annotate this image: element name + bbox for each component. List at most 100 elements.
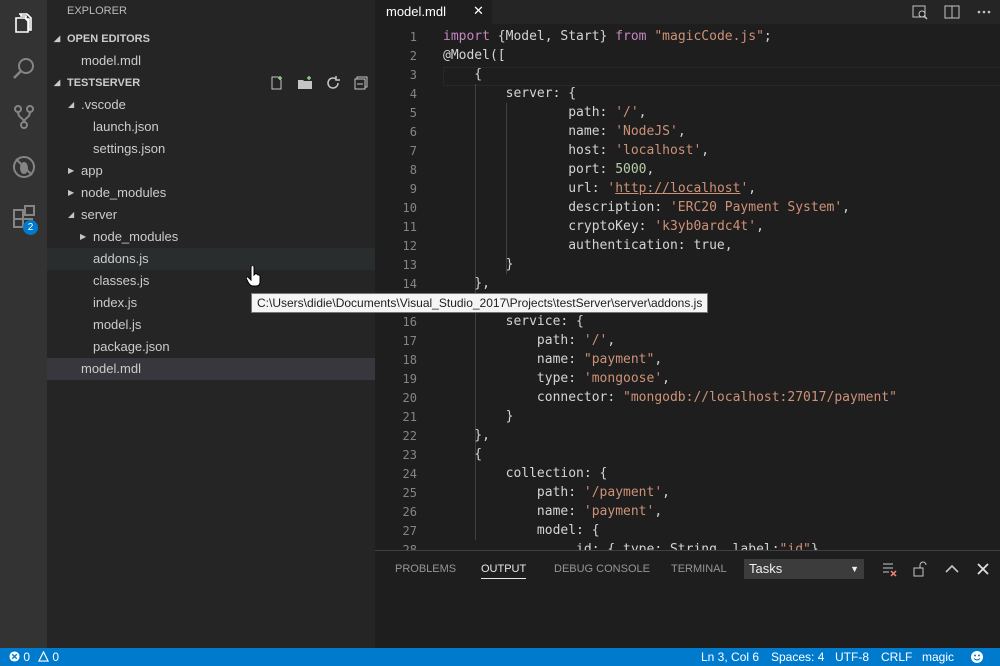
- encoding-status[interactable]: UTF-8: [835, 648, 869, 666]
- indentation-status[interactable]: Spaces: 4: [771, 648, 824, 666]
- errors-status[interactable]: 0: [9, 648, 30, 666]
- output-channel-select[interactable]: Tasks ▼: [744, 559, 864, 579]
- tab-model-mdl[interactable]: model.mdl ✕: [375, 0, 492, 24]
- code-line: url: 'http://localhost',: [443, 181, 757, 196]
- hand-pointer-icon: [246, 266, 261, 287]
- tab-debug-console[interactable]: DEBUG CONSOLE: [554, 563, 650, 575]
- clear-output-icon[interactable]: [881, 561, 897, 577]
- source-control-icon[interactable]: [0, 94, 47, 140]
- split-editor-icon[interactable]: [944, 4, 960, 20]
- eol-status[interactable]: CRLF: [881, 648, 912, 666]
- new-folder-icon[interactable]: [297, 75, 313, 91]
- code-line: path: '/',: [443, 105, 647, 120]
- current-line-highlight: [443, 67, 1000, 86]
- chevron-down-icon: ◢: [68, 100, 75, 109]
- open-preview-icon[interactable]: [912, 4, 928, 20]
- line-number: 26: [402, 505, 417, 519]
- code-line: connector: "mongodb://localhost:27017/pa…: [443, 390, 897, 405]
- extensions-icon[interactable]: [0, 194, 47, 240]
- debug-icon[interactable]: [0, 144, 47, 190]
- line-number: 10: [402, 201, 417, 215]
- maximize-panel-icon[interactable]: [944, 561, 960, 577]
- code-line: @Model([: [443, 48, 506, 63]
- line-number: 25: [402, 486, 417, 500]
- code-line: {: [443, 67, 483, 82]
- line-number: 18: [402, 353, 417, 367]
- close-icon[interactable]: ✕: [473, 3, 484, 19]
- code-line: }: [443, 257, 514, 272]
- status-bar: 0 0 Ln 3, Col 6 Spaces: 4 UTF-8 CRLF mag…: [0, 648, 1000, 666]
- code-line: name: 'payment',: [443, 504, 663, 519]
- warning-icon: [37, 650, 50, 662]
- line-number: 20: [402, 391, 417, 405]
- file-model-mdl[interactable]: model.mdl: [47, 358, 375, 380]
- code-line: import {Model, Start} from "magicCode.js…: [443, 29, 772, 44]
- tab-output[interactable]: OUTPUT: [481, 563, 527, 579]
- tab-problems[interactable]: PROBLEMS: [395, 563, 456, 575]
- line-number: 7: [409, 144, 417, 158]
- code-line: },: [443, 428, 490, 443]
- code-editor[interactable]: 1 import {Model, Start} from "magicCode.j…: [375, 24, 1000, 550]
- open-editors-header[interactable]: ◢ OPEN EDITORS: [47, 28, 375, 50]
- chevron-down-icon: ◢: [54, 34, 61, 43]
- folder-vscode[interactable]: ◢ .vscode: [47, 94, 375, 116]
- feedback-smiley-icon[interactable]: [970, 650, 984, 664]
- error-icon: [9, 651, 20, 662]
- search-icon[interactable]: [0, 46, 47, 92]
- line-number: 27: [402, 524, 417, 538]
- new-file-icon[interactable]: [269, 75, 285, 91]
- line-number: 17: [402, 334, 417, 348]
- warnings-status[interactable]: 0: [37, 648, 59, 666]
- line-number: 12: [402, 239, 417, 253]
- line-number: 5: [409, 106, 417, 120]
- code-line: name: "payment",: [443, 352, 663, 367]
- chevron-right-icon: ▶: [68, 188, 75, 197]
- files-icon[interactable]: [0, 0, 47, 46]
- cursor-position[interactable]: Ln 3, Col 6: [701, 648, 759, 666]
- file-settings-json[interactable]: settings.json: [47, 138, 375, 160]
- file-launch-json[interactable]: launch.json: [47, 116, 375, 138]
- extensions-badge: 2: [23, 220, 38, 235]
- file-package-json[interactable]: package.json: [47, 336, 375, 358]
- folder-node-modules[interactable]: ▶ node_modules: [47, 182, 375, 204]
- file-addons-js[interactable]: addons.js: [47, 248, 375, 270]
- line-number: 3: [409, 68, 417, 82]
- code-line: {: [443, 447, 483, 462]
- lock-scroll-icon[interactable]: [912, 561, 928, 577]
- code-line: }: [443, 409, 514, 424]
- language-mode[interactable]: magic: [922, 648, 954, 666]
- line-number: 8: [409, 163, 417, 177]
- open-editor-item[interactable]: model.mdl: [47, 50, 375, 72]
- bottom-panel: PROBLEMS OUTPUT DEBUG CONSOLE TERMINAL T…: [375, 550, 1000, 649]
- file-path-tooltip: C:\Users\didie\Documents\Visual_Studio_2…: [251, 293, 709, 313]
- chevron-down-icon: ◢: [54, 78, 61, 87]
- code-line: collection: {: [443, 466, 608, 481]
- file-classes-js[interactable]: classes.js: [47, 270, 375, 292]
- line-number: 14: [402, 277, 417, 291]
- code-line: path: '/payment',: [443, 485, 670, 500]
- folder-server[interactable]: ◢ server: [47, 204, 375, 226]
- collapse-all-icon[interactable]: [353, 75, 369, 91]
- editor-tab-bar: model.mdl ✕: [375, 0, 1000, 24]
- folder-app[interactable]: ▶ app: [47, 160, 375, 182]
- explorer-sidebar: EXPLORER ◢ OPEN EDITORS model.mdl ◢ TEST…: [47, 0, 375, 648]
- code-line: authentication: true,: [443, 238, 733, 253]
- line-number: 23: [402, 448, 417, 462]
- code-line: server: {: [443, 86, 577, 101]
- line-number: 11: [402, 220, 417, 234]
- file-model-js[interactable]: model.js: [47, 314, 375, 336]
- refresh-icon[interactable]: [325, 75, 341, 91]
- line-number: 6: [409, 125, 417, 139]
- folder-server-node-modules[interactable]: ▶ node_modules: [47, 226, 375, 248]
- tab-terminal[interactable]: TERMINAL: [671, 563, 727, 575]
- line-number: 19: [402, 372, 417, 386]
- line-number: 13: [402, 258, 417, 272]
- more-actions-icon[interactable]: [976, 4, 992, 20]
- code-line: host: 'localhost',: [443, 143, 710, 158]
- chevron-down-icon: ◢: [68, 210, 75, 219]
- line-number: 28: [402, 543, 417, 550]
- code-line: description: 'ERC20 Payment System',: [443, 200, 850, 215]
- line-number: 1: [409, 30, 417, 44]
- chevron-right-icon: ▶: [68, 166, 75, 175]
- close-panel-icon[interactable]: [975, 561, 991, 577]
